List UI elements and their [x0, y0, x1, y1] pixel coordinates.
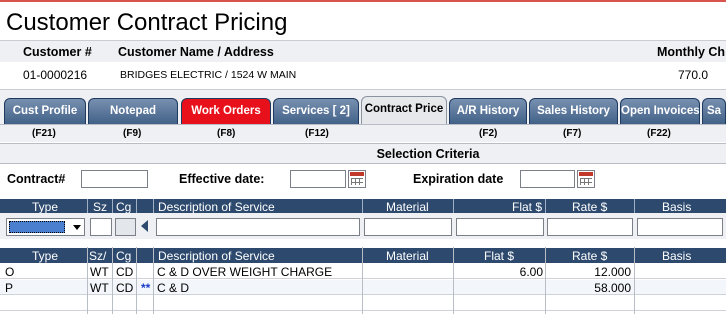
col-description: Description of Service	[158, 200, 275, 214]
table-row[interactable]: O WT CD C & D OVER WEIGHT CHARGE 6.00 12…	[0, 264, 726, 279]
col-rate: Rate $	[572, 249, 608, 263]
tab-cust-profile[interactable]: Cust Profile	[4, 98, 86, 125]
cell-flat: 6.00	[519, 265, 543, 279]
page-title: Customer Contract Pricing	[6, 9, 288, 36]
col-description: Description of Service	[158, 249, 275, 263]
cell-sz: WT	[90, 281, 109, 295]
expiration-date-label: Expiration date	[413, 172, 504, 186]
contract-input[interactable]	[81, 170, 148, 188]
col-material: Material	[386, 249, 429, 263]
table-row[interactable]	[0, 296, 726, 311]
calendar-icon[interactable]	[577, 170, 595, 188]
effective-date-label: Effective date:	[179, 172, 265, 186]
col-material: Material	[386, 200, 429, 214]
material-filter-input[interactable]	[364, 218, 452, 236]
col-flat: Flat $	[484, 249, 515, 263]
col-cg: Cg	[116, 200, 132, 214]
cell-description: C & D OVER WEIGHT CHARGE	[157, 265, 333, 279]
customer-name-address: BRIDGES ELECTRIC / 1524 W MAIN	[120, 69, 297, 81]
col-sz: Sz/	[89, 249, 107, 263]
title-bar: Customer Contract Pricing	[0, 0, 726, 40]
fkey-sales-history: (F7)	[563, 128, 582, 139]
col-type: Type	[32, 249, 59, 263]
table-row[interactable]: P WT CD ** C & D 58.000	[0, 280, 726, 295]
col-type: Type	[32, 200, 59, 214]
cell-description: C & D	[157, 281, 190, 295]
contract-label: Contract#	[7, 172, 66, 186]
cell-type: O	[5, 265, 15, 279]
function-key-row: (F21) (F9) (F8) (F12) (F2) (F7) (F22)	[0, 124, 726, 142]
flat-filter-input[interactable]	[456, 218, 544, 236]
cell-cg: CD	[116, 281, 134, 295]
tab-contract-price[interactable]: Contract Price	[361, 96, 447, 125]
cg-filter-input[interactable]	[115, 218, 136, 236]
sz-filter-input[interactable]	[90, 218, 112, 236]
filter-row	[0, 213, 726, 239]
col-cg: Cg	[116, 249, 132, 263]
tab-notepad[interactable]: Notepad	[88, 98, 178, 125]
filter-grid-header: Type Sz Cg Description of Service Materi…	[0, 199, 726, 214]
results-table: O WT CD C & D OVER WEIGHT CHARGE 6.00 12…	[0, 262, 726, 314]
monthly-charge: 770.0	[678, 68, 709, 82]
col-basis: Basis	[662, 249, 692, 263]
col-sz: Sz	[93, 200, 108, 214]
tab-work-orders[interactable]: Work Orders	[181, 98, 271, 125]
selection-criteria: Contract# Effective date: Expiration dat…	[0, 164, 726, 197]
tab-bar: Cust Profile Notepad Work Orders Service…	[0, 90, 726, 125]
tab-open-invoices[interactable]: Open Invoices	[620, 98, 700, 125]
effective-date-input[interactable]	[290, 170, 346, 188]
fkey-work-orders: (F8)	[217, 128, 236, 139]
customer-row: 01-0000216 BRIDGES ELECTRIC / 1524 W MAI…	[0, 62, 726, 90]
chevron-down-icon	[73, 225, 81, 230]
customer-header: Customer # Customer Name / Address Month…	[0, 40, 726, 62]
cell-rate: 12.000	[594, 265, 631, 279]
selection-criteria-header: Selection Criteria	[0, 143, 726, 164]
expiration-date-input[interactable]	[520, 170, 575, 188]
customer-number-header: Customer #	[23, 45, 92, 59]
cell-rate: 58.000	[594, 281, 631, 295]
tab-services[interactable]: Services [ 2]	[273, 98, 359, 125]
fkey-notepad: (F9)	[123, 128, 142, 139]
col-flat: Flat $	[512, 200, 543, 214]
results-grid-header: Type Sz/ Cg Description of Service Mater…	[0, 248, 726, 263]
tab-overflow[interactable]: Sa	[702, 98, 726, 125]
arrow-left-icon[interactable]	[141, 220, 148, 232]
customer-number: 01-0000216	[23, 68, 88, 82]
col-rate: Rate $	[572, 200, 608, 214]
description-filter-input[interactable]	[156, 218, 360, 236]
tab-sales-history[interactable]: Sales History	[529, 98, 618, 125]
tab-ar-history[interactable]: A/R History	[449, 98, 527, 125]
cell-mark: **	[141, 281, 151, 295]
cell-cg: CD	[116, 265, 134, 279]
rate-filter-input[interactable]	[547, 218, 633, 236]
fkey-cust-profile: (F21)	[32, 128, 56, 139]
cell-type: P	[5, 281, 14, 295]
customer-name-header: Customer Name / Address	[118, 45, 274, 59]
cell-sz: WT	[90, 265, 109, 279]
calendar-icon[interactable]	[348, 170, 366, 188]
fkey-services: (F12)	[305, 128, 329, 139]
basis-filter-input[interactable]	[637, 218, 723, 236]
col-basis: Basis	[662, 200, 692, 214]
fkey-open-invoices: (F22)	[647, 128, 671, 139]
type-select[interactable]	[6, 218, 85, 236]
fkey-ar-history: (F2)	[479, 128, 498, 139]
monthly-charge-header: Monthly Ch	[657, 45, 726, 59]
